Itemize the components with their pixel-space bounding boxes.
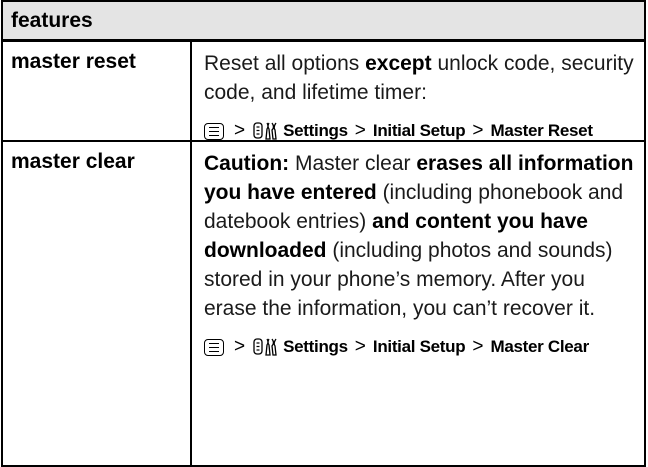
table-header: features [3,0,644,42]
path-separator: > [234,336,246,357]
path-separator: > [354,120,366,141]
path-step-master-reset: Master Reset [490,121,593,140]
settings-icon [253,338,277,356]
menu-key-icon [204,122,224,140]
path-step-settings: Settings [283,337,348,356]
path-step-initial-setup: Initial Setup [372,337,466,356]
desc-emphasis: Caution: [204,152,290,175]
path-separator: > [472,120,484,141]
feature-description: Reset all options except unlock code, se… [192,42,644,141]
path-step-settings: Settings [283,121,348,140]
features-table: features master reset Reset all options … [1,0,646,467]
description-text: Caution: Master clear erases all informa… [204,149,636,323]
settings-icon [253,122,277,140]
path-step-initial-setup: Initial Setup [372,121,466,140]
path-separator: > [354,336,366,357]
desc-text: Reset all options [204,52,366,75]
table-row-master-reset: master reset Reset all options except un… [3,42,644,142]
desc-text: Master clear [289,152,417,175]
menu-key-icon [204,338,224,356]
path-separator: > [234,120,246,141]
path-step-master-clear: Master Clear [490,337,589,356]
feature-label: master clear [3,142,192,465]
menu-path: > Settings > Initial Setup > Master Clea… [204,333,636,361]
table-row-master-clear: master clear Caution: Master clear erase… [3,142,644,465]
desc-emphasis: except [365,52,432,75]
feature-description: Caution: Master clear erases all informa… [192,142,644,465]
feature-label: master reset [3,42,192,140]
path-separator: > [472,336,484,357]
menu-path: > Settings > Initial Setup > Master Rese… [204,117,636,145]
description-text: Reset all options except unlock code, se… [204,49,636,107]
